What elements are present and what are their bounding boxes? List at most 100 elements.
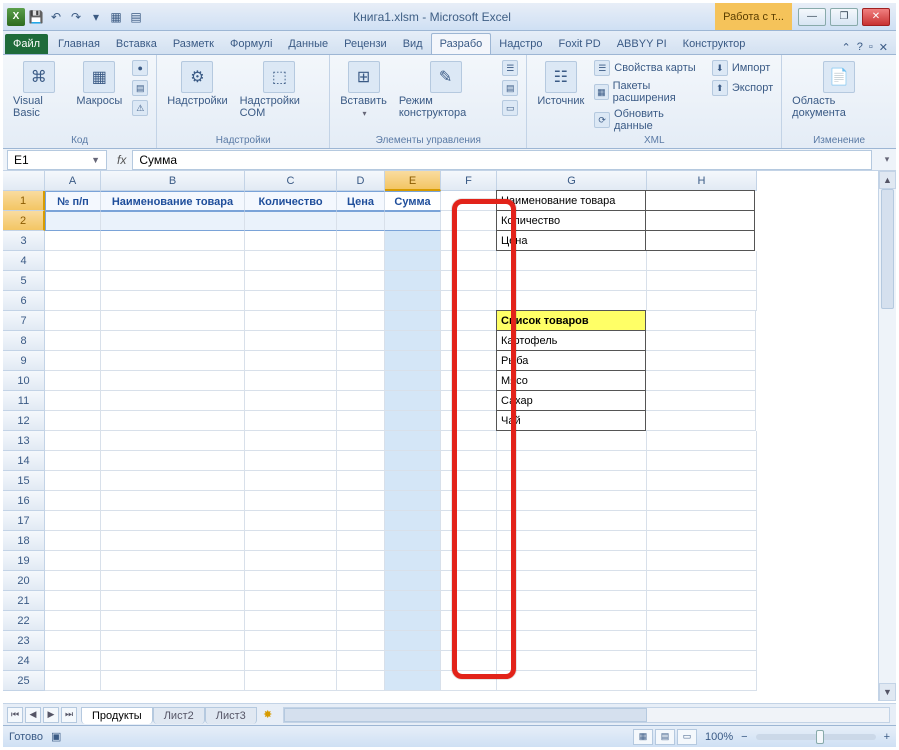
col-header-D[interactable]: D — [337, 171, 385, 191]
col-header-A[interactable]: A — [45, 171, 101, 191]
cell-G12[interactable]: Чай — [496, 410, 646, 431]
cell-F13[interactable] — [441, 431, 497, 451]
cell-E24[interactable] — [385, 651, 441, 671]
help-icon[interactable]: ? — [857, 41, 863, 54]
cell-B2[interactable] — [101, 211, 245, 231]
cell-A9[interactable] — [45, 351, 101, 371]
cell-F14[interactable] — [441, 451, 497, 471]
cell-B19[interactable] — [101, 551, 245, 571]
zoom-in-icon[interactable]: + — [884, 731, 890, 743]
cell-H23[interactable] — [647, 631, 757, 651]
cell-E2[interactable] — [385, 211, 441, 231]
cell-G17[interactable] — [497, 511, 647, 531]
row-header-24[interactable]: 24 — [3, 651, 45, 671]
cell-F3[interactable] — [441, 231, 497, 251]
cell-H14[interactable] — [647, 451, 757, 471]
cell-E18[interactable] — [385, 531, 441, 551]
cell-F19[interactable] — [441, 551, 497, 571]
cell-H21[interactable] — [647, 591, 757, 611]
cell-D13[interactable] — [337, 431, 385, 451]
row-header-11[interactable]: 11 — [3, 391, 45, 411]
cell-B13[interactable] — [101, 431, 245, 451]
cell-E23[interactable] — [385, 631, 441, 651]
cell-B11[interactable] — [101, 391, 245, 411]
sheet-next-icon[interactable]: ▶ — [43, 707, 59, 723]
row-header-25[interactable]: 25 — [3, 671, 45, 691]
cell-D10[interactable] — [337, 371, 385, 391]
cell-G24[interactable] — [497, 651, 647, 671]
row-header-15[interactable]: 15 — [3, 471, 45, 491]
sheet-tab-active[interactable]: Продукты — [81, 707, 153, 724]
cell-G10[interactable]: Мясо — [496, 370, 646, 391]
tab-данные[interactable]: Данные — [280, 34, 336, 54]
cell-F23[interactable] — [441, 631, 497, 651]
cell-A19[interactable] — [45, 551, 101, 571]
cell-E19[interactable] — [385, 551, 441, 571]
row-header-8[interactable]: 8 — [3, 331, 45, 351]
vertical-scrollbar[interactable]: ▲ ▼ — [878, 171, 896, 701]
cell-C5[interactable] — [245, 271, 337, 291]
cell-G14[interactable] — [497, 451, 647, 471]
cell-D14[interactable] — [337, 451, 385, 471]
cell-D21[interactable] — [337, 591, 385, 611]
cell-E22[interactable] — [385, 611, 441, 631]
doc-close-icon[interactable]: ✕ — [879, 41, 888, 54]
cell-E13[interactable] — [385, 431, 441, 451]
cell-B3[interactable] — [101, 231, 245, 251]
row-header-6[interactable]: 6 — [3, 291, 45, 311]
row-header-23[interactable]: 23 — [3, 631, 45, 651]
cell-G3[interactable]: Цена — [496, 230, 646, 251]
cell-D16[interactable] — [337, 491, 385, 511]
minimize-ribbon-icon[interactable]: ⌃ — [842, 41, 851, 54]
insert-control-button[interactable]: ⊞Вставить — [336, 59, 391, 120]
row-header-14[interactable]: 14 — [3, 451, 45, 471]
macros-button[interactable]: ▦Макросы — [72, 59, 126, 109]
undo-icon[interactable]: ↶ — [47, 8, 65, 26]
cell-F6[interactable] — [441, 291, 497, 311]
cell-A20[interactable] — [45, 571, 101, 591]
cell-H12[interactable] — [646, 411, 756, 431]
cell-B18[interactable] — [101, 531, 245, 551]
cell-B4[interactable] — [101, 251, 245, 271]
row-header-3[interactable]: 3 — [3, 231, 45, 251]
col-header-B[interactable]: B — [101, 171, 245, 191]
doc-restore-icon[interactable]: ▫ — [869, 41, 873, 54]
cell-H19[interactable] — [647, 551, 757, 571]
cell-D9[interactable] — [337, 351, 385, 371]
cell-D19[interactable] — [337, 551, 385, 571]
cell-B20[interactable] — [101, 571, 245, 591]
cell-B22[interactable] — [101, 611, 245, 631]
tab-abbyy pi[interactable]: ABBYY PI — [609, 34, 675, 54]
tab-file[interactable]: Файл — [5, 34, 48, 54]
cell-F9[interactable] — [441, 351, 497, 371]
cell-A13[interactable] — [45, 431, 101, 451]
cell-G1[interactable]: Наименование товара — [496, 190, 646, 211]
cell-F1[interactable] — [441, 191, 497, 211]
cell-F11[interactable] — [441, 391, 497, 411]
cell-G15[interactable] — [497, 471, 647, 491]
minimize-button[interactable]: — — [798, 8, 826, 26]
cell-F25[interactable] — [441, 671, 497, 691]
cell-H5[interactable] — [647, 271, 757, 291]
cell-E25[interactable] — [385, 671, 441, 691]
tab-конструктор[interactable]: Конструктор — [675, 34, 754, 54]
cell-A10[interactable] — [45, 371, 101, 391]
cell-B12[interactable] — [101, 411, 245, 431]
row-header-5[interactable]: 5 — [3, 271, 45, 291]
cell-F5[interactable] — [441, 271, 497, 291]
cell-A4[interactable] — [45, 251, 101, 271]
cell-C2[interactable] — [245, 211, 337, 231]
cell-D12[interactable] — [337, 411, 385, 431]
cell-B16[interactable] — [101, 491, 245, 511]
cell-C16[interactable] — [245, 491, 337, 511]
maximize-button[interactable]: ❐ — [830, 8, 858, 26]
cell-D15[interactable] — [337, 471, 385, 491]
page-break-view-icon[interactable]: ▭ — [677, 729, 697, 745]
cell-A18[interactable] — [45, 531, 101, 551]
cell-C17[interactable] — [245, 511, 337, 531]
cell-E12[interactable] — [385, 411, 441, 431]
cell-C18[interactable] — [245, 531, 337, 551]
name-box[interactable]: E1▼ — [7, 150, 107, 170]
cell-C25[interactable] — [245, 671, 337, 691]
cell-H6[interactable] — [647, 291, 757, 311]
